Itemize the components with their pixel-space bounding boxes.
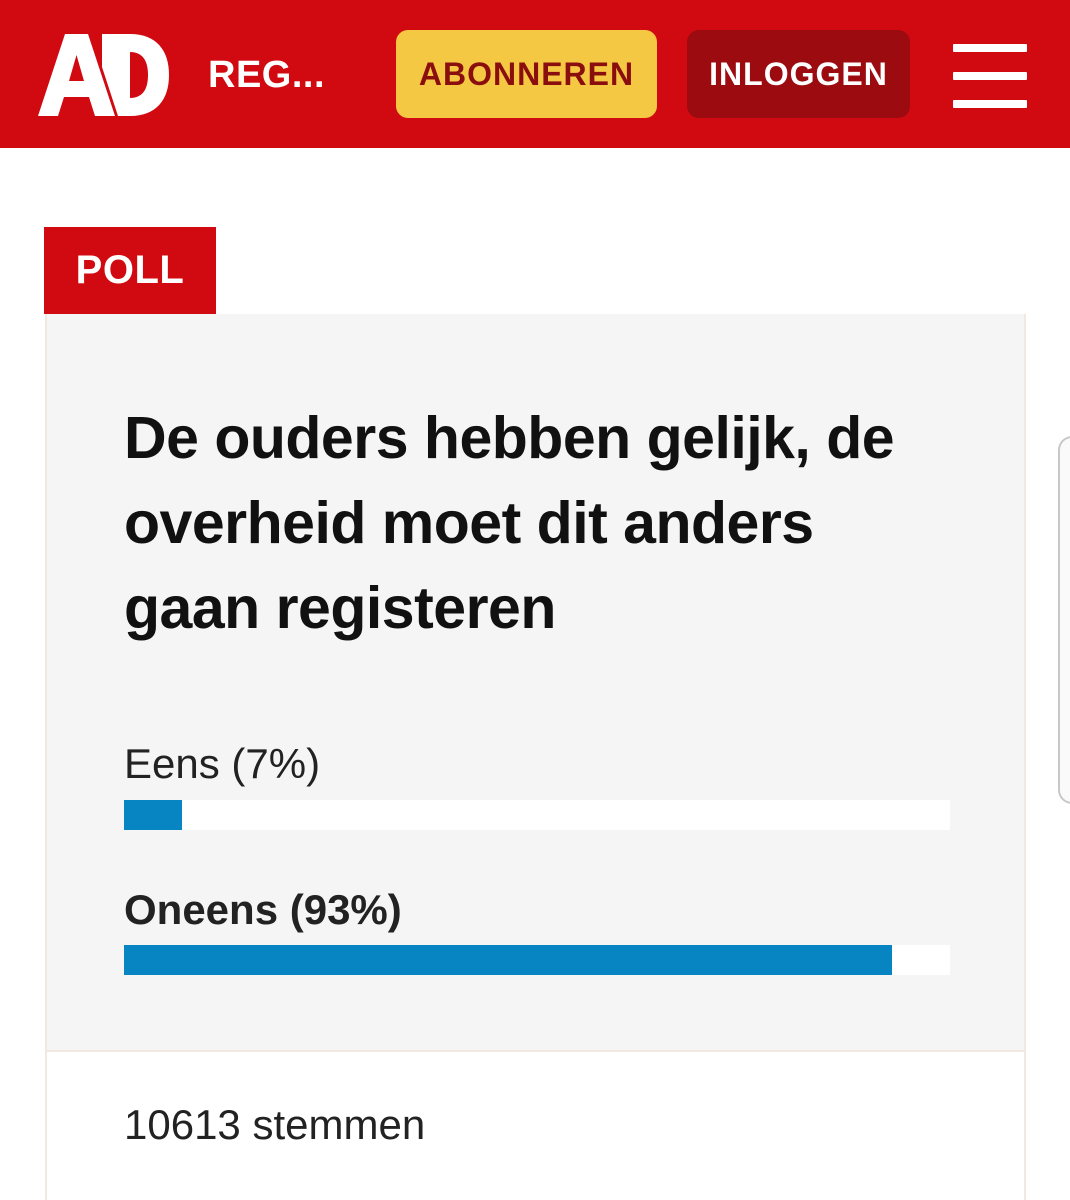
poll-bar-fill-eens [124,800,182,830]
menu-line [953,100,1027,108]
site-header: REG... ABONNEREN INLOGGEN [0,0,1070,148]
ad-logo[interactable] [38,34,170,116]
poll-card: De ouders hebben gelijk, de overheid moe… [45,314,1026,1050]
subscribe-button[interactable]: ABONNEREN [396,30,657,118]
menu-line [953,72,1027,80]
vote-count: 10613 stemmen [124,1101,426,1148]
login-button[interactable]: INLOGGEN [687,30,910,118]
poll-question: De ouders hebben gelijk, de overheid moe… [124,405,895,641]
poll-badge: POLL [44,227,216,314]
section-title[interactable]: REG... [208,52,325,98]
poll-option-label-oneens: Oneens (93%) [124,886,402,933]
poll-footer: 10613 stemmen [45,1050,1026,1200]
poll-bar-track-eens [124,800,950,830]
poll-option-label-eens: Eens (7%) [124,740,321,787]
poll-bar-fill-oneens [124,945,893,975]
hamburger-menu-icon[interactable] [953,44,1027,108]
edge-panel-handle[interactable] [1058,436,1070,804]
poll-bar-track-oneens [124,945,950,975]
ad-logo-icon [38,34,169,116]
menu-line [953,44,1027,52]
